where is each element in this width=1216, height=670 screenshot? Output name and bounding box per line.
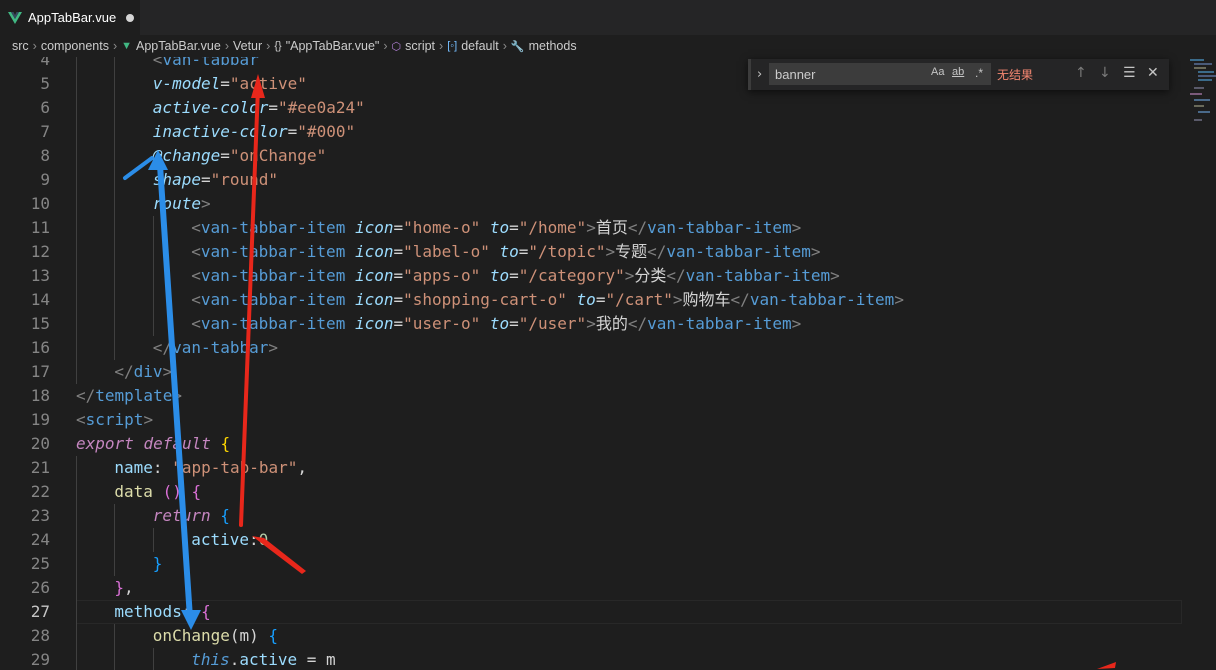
red-annotation-arrow: [239, 74, 1116, 669]
annotation-arrows: [123, 74, 1116, 669]
blue-annotation-arrow: [123, 150, 201, 630]
